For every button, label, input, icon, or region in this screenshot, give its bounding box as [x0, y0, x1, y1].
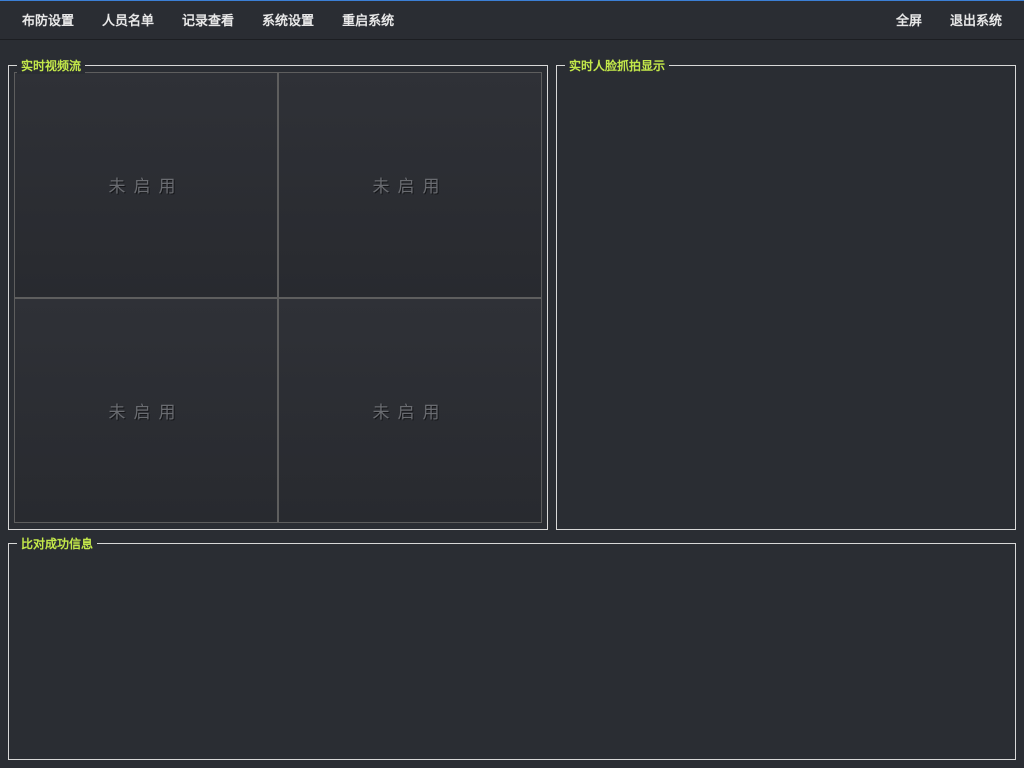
menu-personnel-list[interactable]: 人员名单 [88, 4, 168, 35]
menu-defense-settings[interactable]: 布防设置 [8, 4, 88, 35]
menu-system-settings[interactable]: 系统设置 [248, 4, 328, 35]
menu-exit-system[interactable]: 退出系统 [936, 4, 1016, 35]
menu-fullscreen[interactable]: 全屏 [882, 4, 936, 35]
panel-title-match: 比对成功信息 [17, 535, 97, 552]
menu-left-group: 布防设置 人员名单 记录查看 系统设置 重启系统 [8, 4, 408, 35]
video-cell-3[interactable]: 未启用 [14, 298, 278, 524]
video-grid: 未启用 未启用 未启用 未启用 [14, 72, 542, 523]
menu-record-view[interactable]: 记录查看 [168, 4, 248, 35]
video-cell-4[interactable]: 未启用 [278, 298, 542, 524]
panel-title-video: 实时视频流 [17, 57, 85, 74]
panel-match-info: 比对成功信息 [8, 543, 1016, 760]
top-border-accent [0, 0, 1024, 1]
content-area: 实时视频流 未启用 未启用 未启用 未启用 实时人脸抓拍显示 比对成功信息 [8, 55, 1016, 760]
video-cell-1[interactable]: 未启用 [14, 72, 278, 298]
panel-realtime-video: 实时视频流 未启用 未启用 未启用 未启用 [8, 65, 548, 530]
menubar: 布防设置 人员名单 记录查看 系统设置 重启系统 全屏 退出系统 [0, 0, 1024, 40]
panel-face-capture: 实时人脸抓拍显示 [556, 65, 1016, 530]
menu-right-group: 全屏 退出系统 [882, 4, 1016, 35]
panel-title-face: 实时人脸抓拍显示 [565, 57, 669, 74]
menu-restart-system[interactable]: 重启系统 [328, 4, 408, 35]
video-cell-2[interactable]: 未启用 [278, 72, 542, 298]
